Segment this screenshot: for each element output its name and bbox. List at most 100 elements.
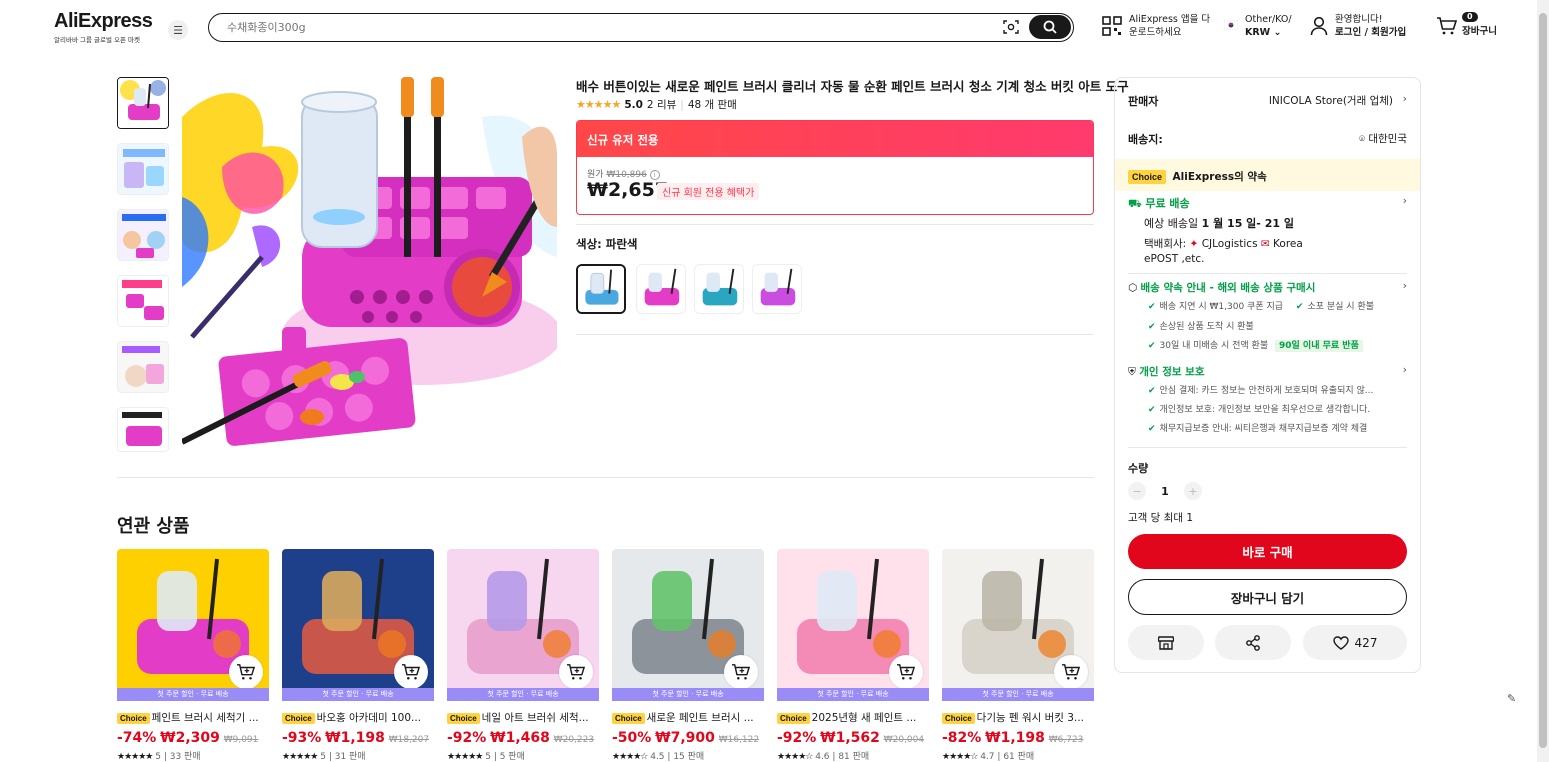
related-product-card[interactable]: 첫 주문 할인 · 무료 배송 Choice 바오홍 아카데미 100... -93%…: [282, 549, 434, 762]
related-product-image[interactable]: 첫 주문 할인 · 무료 배송: [282, 549, 434, 701]
related-product-name: 새로운 페인트 브러시 ...: [646, 712, 754, 724]
swatch-image: [637, 265, 685, 313]
discount-percent: -93%: [282, 730, 322, 746]
estimate-date: 1 월 15 일- 21 일: [1201, 217, 1294, 230]
related-product-name-row[interactable]: Choice 2025년형 새 페인트 ...: [777, 710, 929, 725]
divider: [117, 477, 1094, 478]
rating-value: 5: [320, 752, 326, 762]
related-product-name-row[interactable]: Choice 바오홍 아카데미 100...: [282, 710, 434, 725]
carrier-name-2: Korea: [1273, 238, 1303, 250]
share-icon: [1246, 634, 1260, 651]
rating-value: 4.7: [980, 752, 995, 762]
search-bar: [208, 13, 1074, 42]
related-product-old-price: ₩20,004: [883, 735, 925, 745]
add-to-cart-icon[interactable]: [889, 655, 923, 689]
korea-post-logo-icon: ✉: [1260, 238, 1270, 250]
sale-price: ₩2,657: [587, 179, 669, 201]
related-product-card[interactable]: 첫 주문 할인 · 무료 배송 Choice 다기능 펜 워시 버킷 3... -82…: [942, 549, 1094, 762]
related-product-rating: ★★★★☆ 4.5 | 15 판매: [612, 752, 705, 762]
related-product-name: 페인트 브러시 세척기 ...: [151, 712, 259, 724]
first-order-strip: 첫 주문 할인 · 무료 배송: [117, 688, 269, 701]
page-scrollbar[interactable]: [1537, 0, 1549, 762]
decrease-quantity-button[interactable]: −: [1128, 482, 1146, 500]
related-product-name-row[interactable]: Choice 페인트 브러시 세척기 ...: [117, 710, 269, 725]
gallery-thumbnail[interactable]: [117, 209, 169, 261]
add-to-cart-icon[interactable]: [394, 655, 428, 689]
account-menu[interactable]: 환영합니다! 로그인 / 회원가입: [1310, 13, 1406, 39]
add-to-cart-icon[interactable]: [724, 655, 758, 689]
related-product-name-row[interactable]: Choice 다기능 펜 워시 버킷 3...: [942, 710, 1094, 725]
privacy-3: 채무지급보증 안내: 씨티은행과 채무지급보증 계약 체결: [1159, 424, 1368, 434]
buy-now-button[interactable]: 바로 구매: [1128, 534, 1407, 569]
related-product-image[interactable]: 첫 주문 할인 · 무료 배송: [612, 549, 764, 701]
privacy-row[interactable]: ⛨ 개인 정보 보호 ›: [1128, 363, 1407, 379]
add-to-cart-icon[interactable]: [559, 655, 593, 689]
related-product-price-row: -92% ₩1,468 ₩20,223: [447, 730, 599, 746]
cart-link[interactable]: 0 장바구니: [1436, 12, 1497, 38]
related-product-card[interactable]: 첫 주문 할인 · 무료 배송 Choice 2025년형 새 페인트 ... -92…: [777, 549, 929, 762]
discount-percent: -92%: [777, 730, 817, 746]
choice-badge: Choice: [612, 713, 645, 724]
logo-subtitle: 알리바바 그룹 글로벌 오픈 마켓: [54, 36, 141, 44]
add-to-cart-icon[interactable]: [229, 655, 263, 689]
seller-row[interactable]: 판매자 INICOLA Store(거래 업체) ›: [1128, 92, 1407, 109]
color-swatch-pink[interactable]: [636, 264, 686, 314]
color-swatch-teal[interactable]: [694, 264, 744, 314]
gallery-thumbnail[interactable]: [117, 407, 169, 452]
add-to-cart-button[interactable]: 장바구니 담기: [1128, 579, 1407, 615]
search-input[interactable]: [227, 19, 987, 36]
free-shipping-row[interactable]: ⛟ 무료 배송 ›: [1128, 194, 1407, 212]
app-download[interactable]: AliExpress 앱을 다 운로드하세요: [1102, 13, 1210, 39]
gallery-thumbnail[interactable]: [117, 77, 169, 129]
login-signup-link[interactable]: 로그인 / 회원가입: [1335, 26, 1406, 39]
quantity-value[interactable]: 1: [1158, 485, 1172, 498]
cj-logo-icon: ✦: [1189, 238, 1199, 250]
gallery-thumbnail[interactable]: [117, 143, 169, 195]
related-product-price: ₩2,309: [160, 730, 220, 746]
review-count[interactable]: 2 리뷰: [647, 97, 676, 112]
related-product-price-row: -74% ₩2,309 ₩9,091: [117, 730, 269, 746]
choice-title: AliExpress의 약속: [1172, 171, 1267, 183]
sold-count: 31 판매: [334, 752, 366, 762]
related-product-image[interactable]: 첫 주문 할인 · 무료 배송: [942, 549, 1094, 701]
discount-percent: -50%: [612, 730, 652, 746]
add-to-cart-icon[interactable]: [1054, 655, 1088, 689]
related-product-card[interactable]: 첫 주문 할인 · 무료 배송 Choice 페인트 브러시 세척기 ... -74%…: [117, 549, 269, 762]
related-product-card[interactable]: 첫 주문 할인 · 무료 배송 Choice 새로운 페인트 브러시 ... -50%…: [612, 549, 764, 762]
wishlist-button[interactable]: 427: [1303, 625, 1407, 660]
search-button[interactable]: [1029, 15, 1071, 39]
main-product-image[interactable]: [182, 77, 557, 452]
share-button[interactable]: [1215, 625, 1291, 660]
related-product-image[interactable]: 첫 주문 할인 · 무료 배송: [117, 549, 269, 701]
aliexpress-logo[interactable]: AliExpress 알리바바 그룹 글로벌 오픈 마켓: [54, 10, 154, 44]
region-selector[interactable]: Other/KO/ KRW ⌄: [1224, 13, 1292, 39]
ship-to-row[interactable]: 배송지: ⌾ 대한민국: [1128, 131, 1407, 147]
first-order-strip: 첫 주문 할인 · 무료 배송: [282, 688, 434, 701]
color-swatch-blue[interactable]: [576, 264, 626, 314]
first-order-strip: 첫 주문 할인 · 무료 배송: [777, 688, 929, 701]
related-product-name-row[interactable]: Choice 새로운 페인트 브러시 ...: [612, 710, 764, 725]
related-product-image[interactable]: 첫 주문 할인 · 무료 배송: [447, 549, 599, 701]
related-product-image[interactable]: 첫 주문 할인 · 무료 배송: [777, 549, 929, 701]
image-search-icon[interactable]: [1003, 20, 1019, 34]
paint-brush-cleaner-image: [182, 77, 557, 452]
related-product-price: ₩1,198: [325, 730, 385, 746]
estimated-delivery: 예상 배송일 1 월 15 일- 21 일: [1144, 215, 1407, 231]
gallery-thumbnail[interactable]: [117, 275, 169, 327]
store-button[interactable]: [1128, 625, 1204, 660]
delivery-promise-row[interactable]: ⬡ 배송 약속 안내 - 해외 배송 상품 구매시 ›: [1128, 279, 1407, 295]
gallery-thumbnail[interactable]: [117, 341, 169, 393]
menu-icon[interactable]: ☰: [168, 20, 188, 40]
related-product-name-row[interactable]: Choice 네일 아트 브러쉬 세척...: [447, 710, 599, 725]
carrier-row: 택배회사: ✦ CJLogistics ✉ Korea: [1144, 236, 1407, 251]
rating-score: 5.0: [624, 98, 643, 111]
increase-quantity-button[interactable]: +: [1184, 482, 1202, 500]
rating-value: 5: [155, 752, 161, 762]
quantity-label: 수량: [1128, 462, 1149, 475]
choice-badge: Choice: [777, 713, 810, 724]
related-product-price-row: -82% ₩1,198 ₩6,723: [942, 730, 1094, 746]
edit-icon[interactable]: ✎: [1507, 692, 1527, 712]
scrollbar-thumb[interactable]: [1539, 13, 1547, 748]
related-product-card[interactable]: 첫 주문 할인 · 무료 배송 Choice 네일 아트 브러쉬 세척... -92%…: [447, 549, 599, 762]
color-swatch-purple[interactable]: [752, 264, 802, 314]
